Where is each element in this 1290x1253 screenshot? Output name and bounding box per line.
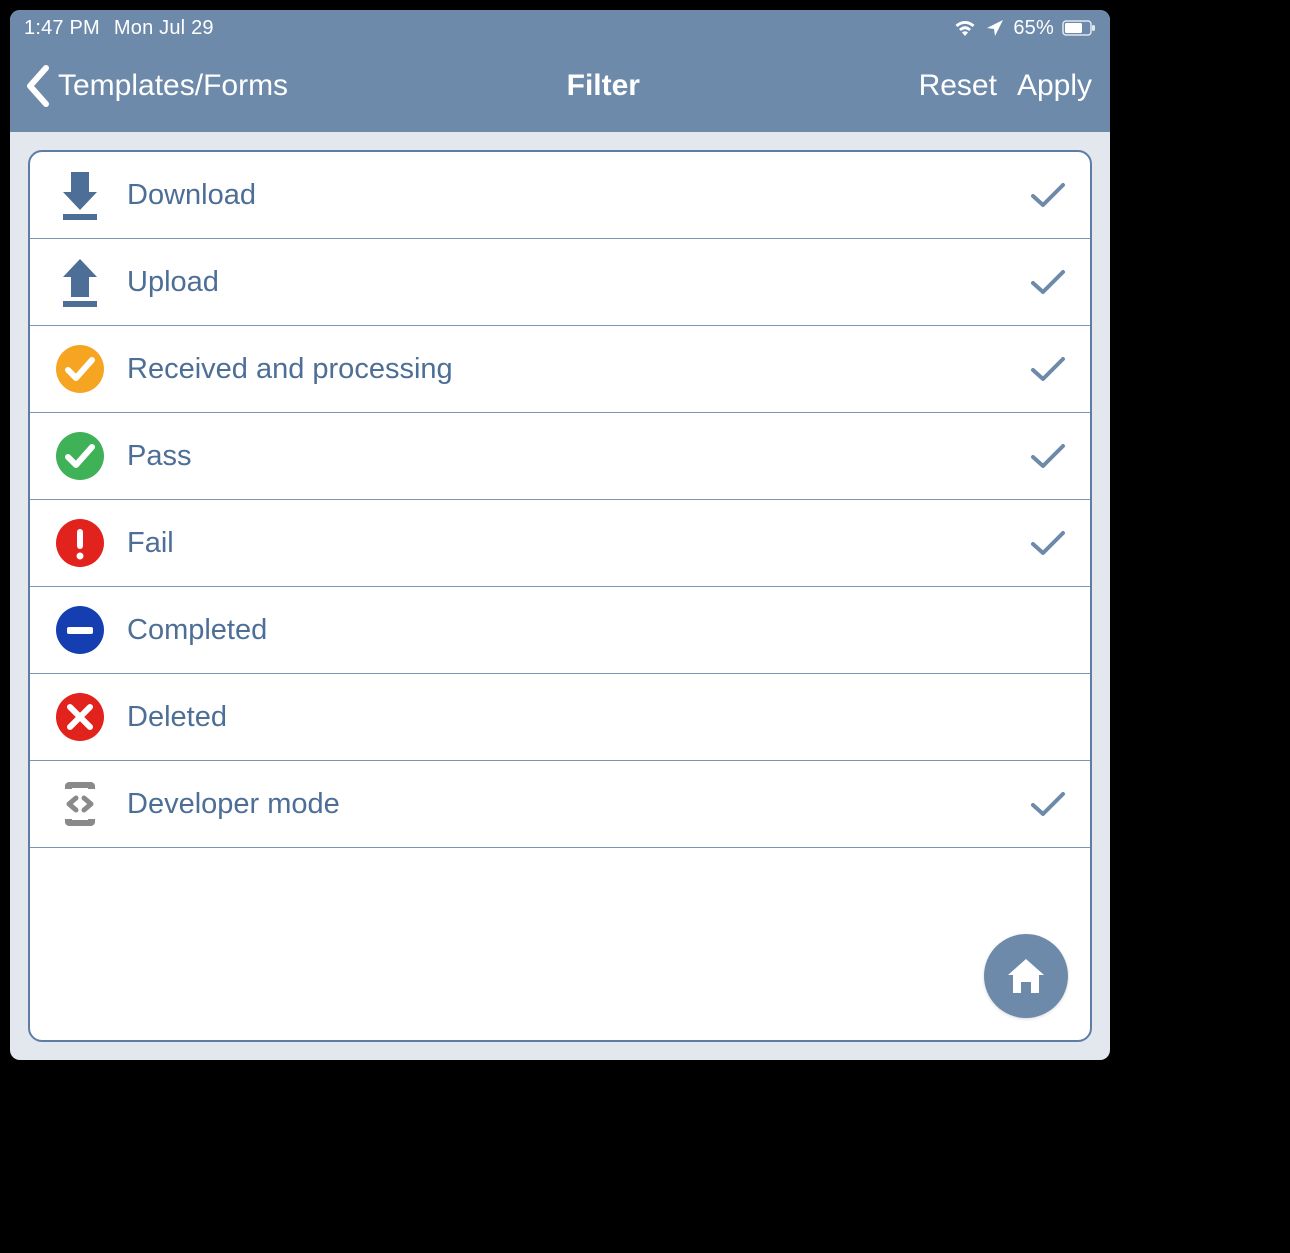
- upload-icon: [52, 255, 107, 310]
- filter-label: Fail: [107, 527, 1028, 560]
- filter-card: Download Upload: [28, 150, 1092, 1042]
- filter-label: Upload: [107, 266, 1028, 299]
- filter-row-download[interactable]: Download: [30, 152, 1090, 239]
- header: 1:47 PM Mon Jul 29 65%: [10, 10, 1110, 132]
- app-screen: 1:47 PM Mon Jul 29 65%: [10, 10, 1110, 1060]
- nav-bar: Templates/Forms Filter Reset Apply: [10, 46, 1110, 132]
- filter-row-deleted[interactable]: Deleted: [30, 674, 1090, 761]
- filter-label: Pass: [107, 440, 1028, 473]
- back-label: Templates/Forms: [58, 69, 288, 103]
- filter-row-pass[interactable]: Pass: [30, 413, 1090, 500]
- filter-label: Download: [107, 179, 1028, 212]
- filter-label: Received and processing: [107, 353, 1028, 386]
- battery-pct: 65%: [1013, 17, 1054, 40]
- check-icon: [1028, 523, 1068, 563]
- apply-button[interactable]: Apply: [1017, 69, 1092, 103]
- check-icon: [1028, 784, 1068, 824]
- deleted-icon: [52, 690, 107, 745]
- reset-button[interactable]: Reset: [919, 69, 997, 103]
- filter-row-fail[interactable]: Fail: [30, 500, 1090, 587]
- back-button[interactable]: Templates/Forms: [20, 64, 288, 108]
- empty-check: [1028, 610, 1068, 650]
- filter-label: Developer mode: [107, 788, 1028, 821]
- status-right: 65%: [953, 17, 1096, 40]
- processing-icon: [52, 342, 107, 397]
- check-icon: [1028, 349, 1068, 389]
- status-left: 1:47 PM Mon Jul 29: [24, 17, 214, 40]
- location-icon: [985, 18, 1005, 38]
- status-bar: 1:47 PM Mon Jul 29 65%: [10, 10, 1110, 46]
- check-icon: [1028, 262, 1068, 302]
- filter-row-devmode[interactable]: Developer mode: [30, 761, 1090, 848]
- pass-icon: [52, 429, 107, 484]
- wifi-icon: [953, 18, 977, 38]
- completed-icon: [52, 603, 107, 658]
- filter-label: Deleted: [107, 701, 1028, 734]
- status-date: Mon Jul 29: [114, 17, 214, 40]
- filter-row-completed[interactable]: Completed: [30, 587, 1090, 674]
- check-icon: [1028, 436, 1068, 476]
- filter-label: Completed: [107, 614, 1028, 647]
- home-icon: [1004, 955, 1048, 997]
- devmode-icon: [52, 777, 107, 832]
- home-button[interactable]: [984, 934, 1068, 1018]
- download-icon: [52, 168, 107, 223]
- status-time: 1:47 PM: [24, 17, 100, 40]
- filter-row-upload[interactable]: Upload: [30, 239, 1090, 326]
- empty-check: [1028, 697, 1068, 737]
- battery-icon: [1062, 20, 1096, 36]
- check-icon: [1028, 175, 1068, 215]
- filter-row-processing[interactable]: Received and processing: [30, 326, 1090, 413]
- nav-actions: Reset Apply: [919, 69, 1092, 103]
- chevron-left-icon: [20, 64, 58, 108]
- page-title: Filter: [567, 69, 640, 103]
- fail-icon: [52, 516, 107, 571]
